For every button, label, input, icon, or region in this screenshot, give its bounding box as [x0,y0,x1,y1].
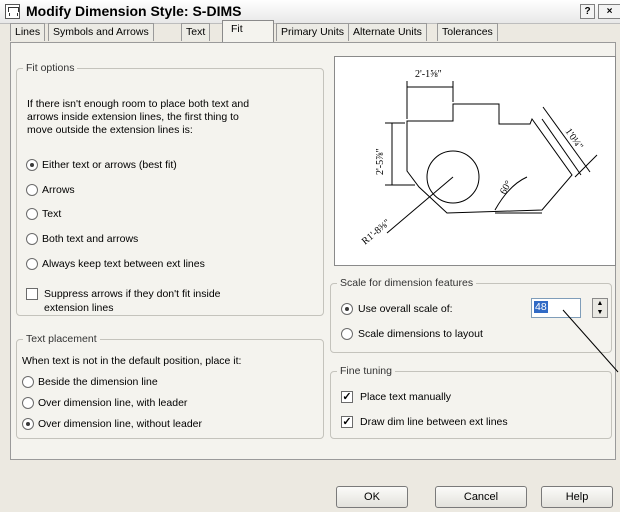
radio-scale-to-layout[interactable] [341,328,353,340]
spin-down-icon[interactable]: ▼ [593,308,607,317]
text-placement-description: When text is not in the default position… [22,355,242,367]
fit-options-legend: Fit options [23,62,78,74]
spin-up-icon[interactable]: ▲ [593,299,607,308]
scale-input[interactable]: 48 [531,298,581,318]
radio-scale-to-layout-label[interactable]: Scale dimensions to layout [358,328,483,341]
draw-dim-line-label[interactable]: Draw dim line between ext lines [360,416,508,429]
help-title-button[interactable]: ? [580,4,595,19]
scale-group: Scale for dimension features [330,277,612,353]
fit-description-line-1: If there isn't enough room to place both… [27,98,250,110]
tab-lines[interactable]: Lines [10,23,46,41]
radio-both-label[interactable]: Both text and arrows [42,233,138,246]
radio-without-leader-label[interactable]: Over dimension line, without leader [38,418,202,431]
tab-primary-units[interactable]: Primary Units [276,23,350,41]
radio-beside-dim-line-label[interactable]: Beside the dimension line [38,376,158,389]
text-placement-legend: Text placement [23,333,100,345]
scale-legend: Scale for dimension features [337,277,477,289]
suppress-arrows-label-2[interactable]: extension lines [44,302,113,315]
help-button[interactable]: Help [541,486,613,508]
tab-symbols-and-arrows[interactable]: Symbols and Arrows [48,23,154,41]
radio-best-fit[interactable] [26,159,38,171]
close-button[interactable]: × [598,4,620,19]
suppress-arrows-label-1[interactable]: Suppress arrows if they don't fit inside [44,288,221,301]
title-bar[interactable]: Modify Dimension Style: S-DIMS ? × [0,0,620,24]
draw-dim-line-checkbox[interactable]: ✓ [341,416,353,428]
tab-fit[interactable]: Fit [222,20,274,42]
tab-tolerances[interactable]: Tolerances [437,23,498,41]
fine-tuning-legend: Fine tuning [337,365,395,377]
radio-always-keep[interactable] [26,258,38,270]
radio-always-keep-label[interactable]: Always keep text between ext lines [42,258,205,271]
angle-arc [494,176,528,211]
radio-without-leader[interactable] [22,418,34,430]
dialog-window: Modify Dimension Style: S-DIMS ? × Lines… [0,0,620,512]
radio-with-leader[interactable] [22,397,34,409]
suppress-arrows-checkbox[interactable] [26,288,38,300]
dim-label-top: 2'-1⅝" [415,69,442,80]
app-icon [5,4,20,19]
radio-with-leader-label[interactable]: Over dimension line, with leader [38,397,187,410]
dim-label-left: 2'-5⅞" [375,148,386,175]
radio-beside-dim-line[interactable] [22,376,34,388]
tab-alternate-units[interactable]: Alternate Units [348,23,427,41]
radio-use-overall-scale[interactable] [341,303,353,315]
radio-use-overall-scale-label[interactable]: Use overall scale of: [358,303,453,316]
window-title: Modify Dimension Style: S-DIMS [26,3,242,19]
tab-text[interactable]: Text [181,23,211,41]
place-text-manually-checkbox[interactable]: ✓ [341,391,353,403]
cancel-button[interactable]: Cancel [435,486,527,508]
scale-value: 48 [534,301,548,313]
radio-best-fit-label[interactable]: Either text or arrows (best fit) [42,159,177,172]
fit-description-line-3: move outside the extension lines is: [27,124,193,136]
fit-description-line-2: arrows inside extension lines, the first… [27,111,239,123]
dim-line-right [542,106,591,173]
scale-spinner[interactable]: ▲ ▼ [592,298,608,318]
radio-arrows[interactable] [26,184,38,196]
place-text-manually-label[interactable]: Place text manually [360,391,451,404]
preview-shape [406,103,573,214]
ok-button[interactable]: OK [336,486,408,508]
dimension-preview: 2'-1⅝" 2'-5⅞" 1'0¼" 60° R1'-8⅜" [334,56,616,266]
dim-label-angle: 60° [498,179,515,197]
radio-both[interactable] [26,233,38,245]
radio-text-label[interactable]: Text [42,208,61,221]
radio-text[interactable] [26,208,38,220]
radio-arrows-label[interactable]: Arrows [42,184,75,197]
preview-drawing: 2'-1⅝" 2'-5⅞" 1'0¼" 60° R1'-8⅜" [360,69,598,247]
